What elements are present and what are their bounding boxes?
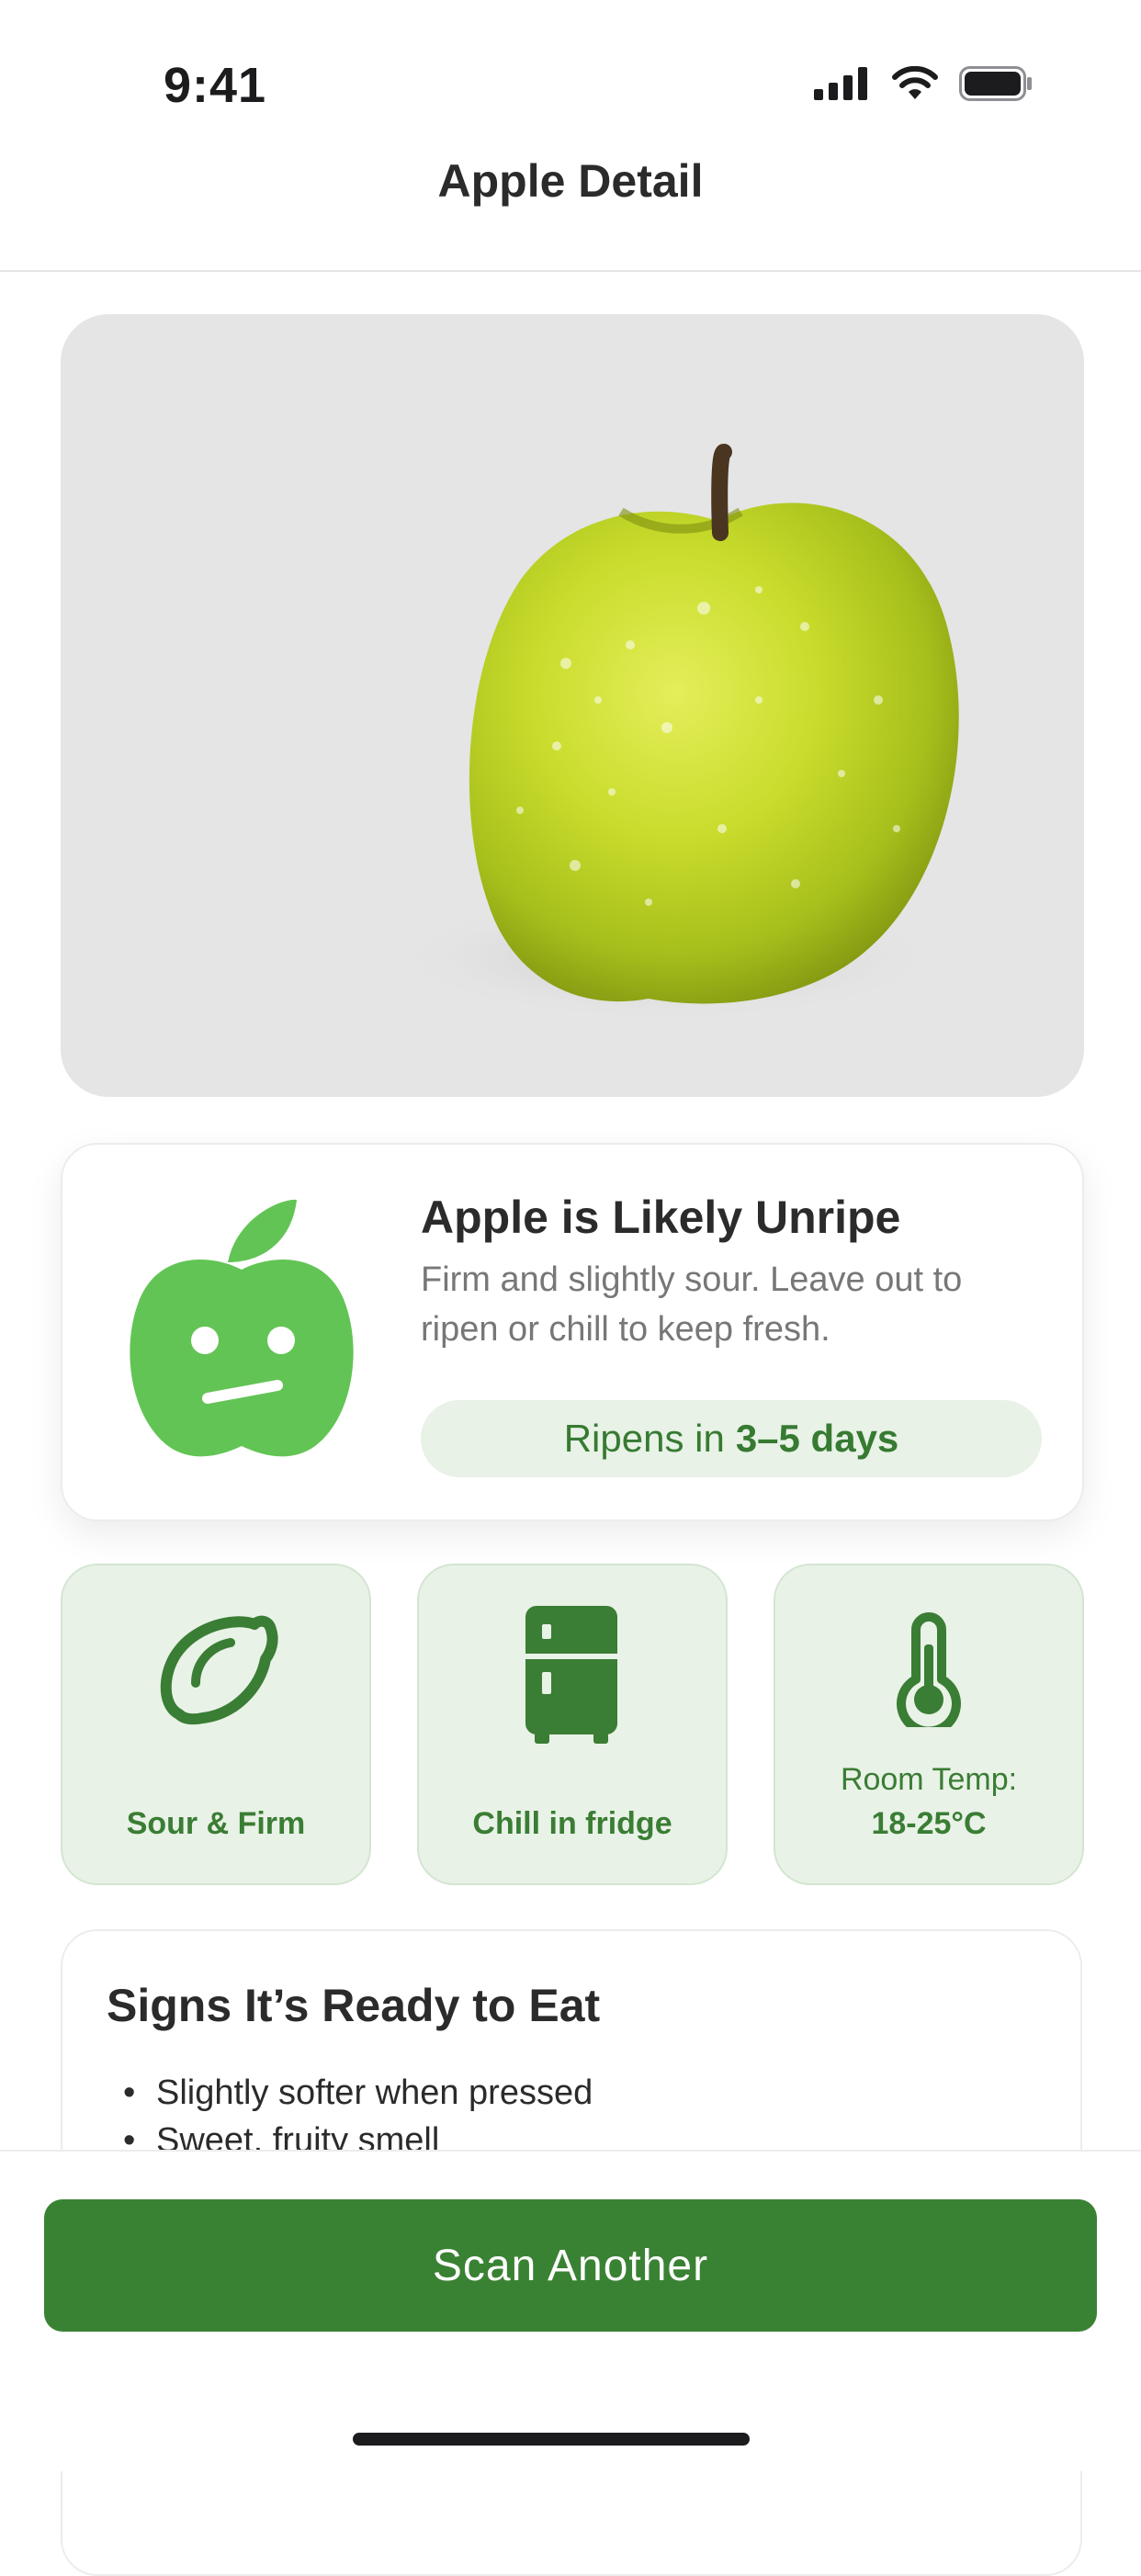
tile-label: Chill in fridge	[472, 1806, 672, 1841]
thermometer-icon	[897, 1612, 961, 1727]
tile-label-line2: 18-25°C	[871, 1806, 987, 1841]
tile-chill-fridge[interactable]: Chill in fridge	[417, 1564, 728, 1885]
tile-label-line1: Room Temp:	[840, 1762, 1018, 1797]
tile-label: Sour & Firm	[126, 1806, 306, 1841]
wifi-icon	[892, 66, 938, 99]
status-time: 9:41	[164, 58, 267, 113]
ripeness-description: Firm and slightly sour. Leave out to rip…	[421, 1260, 963, 1349]
cellular-signal-icon	[814, 67, 867, 100]
fridge-icon	[525, 1606, 617, 1744]
page-title: Apple Detail	[437, 155, 704, 207]
tile-sour-firm[interactable]: Sour & Firm	[61, 1564, 371, 1885]
signs-title: Signs It’s Ready to Eat	[107, 1980, 601, 2031]
ripeness-title: Apple is Likely Unripe	[421, 1192, 901, 1243]
ripens-in-value: 3–5 days	[735, 1417, 899, 1460]
battery-icon	[959, 66, 1032, 101]
nav-bar: Apple Detail	[0, 155, 1141, 272]
scan-another-button[interactable]: Scan Another	[44, 2199, 1097, 2332]
apple-photo	[61, 314, 1084, 1097]
status-bar: 9:41	[0, 0, 1141, 156]
status-icons	[814, 66, 1033, 101]
list-item: Slightly softer when pressed	[107, 2069, 593, 2117]
unripe-apple-face-icon	[130, 1199, 354, 1457]
ripeness-card: Apple is Likely Unripe Firm and slightly…	[61, 1143, 1084, 1521]
tile-room-temp[interactable]: Room Temp: 18-25°C	[774, 1564, 1084, 1885]
bottom-bar: Scan Another	[0, 2150, 1141, 2471]
home-indicator[interactable]	[353, 2433, 750, 2446]
ripens-in-pill: Ripens in 3–5 days	[421, 1400, 1042, 1477]
ripens-in-label: Ripens in	[563, 1417, 725, 1460]
lemon-icon	[160, 1615, 278, 1725]
